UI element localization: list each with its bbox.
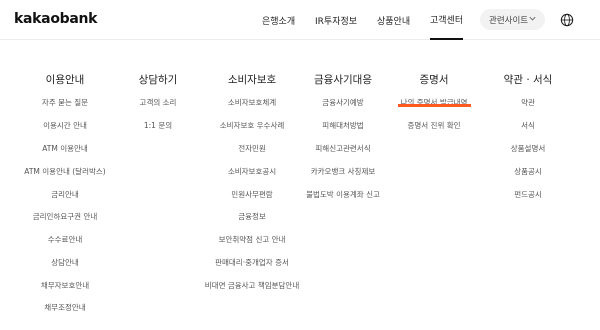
highlight-underline [398,104,471,107]
menu-item-product-description[interactable]: 상품설명서 [511,143,546,154]
menu-item-forms[interactable]: 서식 [521,120,535,131]
column-title-fraud-response: 금융사기대응 [314,74,372,86]
related-sites-button[interactable]: 관련사이트 [480,9,545,30]
menu-item-damage-response[interactable]: 피해대처방법 [322,120,363,131]
nav-customer-center[interactable]: 고객센터 [430,0,464,40]
menu-item-one-to-one[interactable]: 1:1 문의 [144,120,172,131]
menu-item-atm-dollarbox[interactable]: ATM 이용안내 (달러박스) [24,166,105,177]
nav-bank-intro[interactable]: 은행소개 [262,0,295,40]
menu-item-product-disclosure[interactable]: 상품공시 [514,166,542,177]
menu-item-gambling-account-report[interactable]: 불법도박 이용계좌 신고 [306,189,380,200]
top-header: kakaobank 은행소개 IR투자정보 상품안내 고객센터 관련사이트 [0,0,600,40]
menu-item-terms[interactable]: 약관 [521,97,535,108]
menu-item-protection-disclosure[interactable]: 소비자보호공시 [228,166,276,177]
menu-item-agent-certificate[interactable]: 판매대리·중개업자 증서 [215,257,289,268]
menu-item-atm-guide[interactable]: ATM 이용안내 [42,143,88,154]
column-title-terms-forms: 약관 · 서식 [503,74,553,86]
menu-item-report-forms[interactable]: 피해신고관련서식 [315,143,370,154]
menu-item-best-practices[interactable]: 소비자보호 우수사례 [220,120,284,131]
menu-item-faq[interactable]: 자주 묻는 질문 [42,97,88,108]
menu-item-fund-disclosure[interactable]: 펀드공시 [514,189,542,200]
related-sites-label: 관련사이트 [489,15,529,26]
menu-item-rate-cut-request[interactable]: 금리인하요구권 안내 [33,211,97,222]
column-title-consultation: 상담하기 [138,74,178,86]
chevron-down-icon [529,16,536,21]
menu-item-consultation-guide[interactable]: 상담안내 [51,257,79,268]
nav-ir-info[interactable]: IR투자정보 [315,0,357,40]
menu-item-debt-adjustment[interactable]: 채무조정안내 [44,302,85,313]
menu-item-liability-sharing[interactable]: 비대면 금융사고 책임분담안내 [205,280,299,291]
menu-item-interest-rates[interactable]: 금리안내 [51,189,79,200]
menu-item-complaint-handbook[interactable]: 민원사무편람 [231,189,272,200]
menu-item-customer-voice[interactable]: 고객의 소리 [140,97,177,108]
menu-item-fraud-prevention[interactable]: 금융사기예방 [322,97,363,108]
nav-products[interactable]: 상품안내 [377,0,410,40]
menu-item-vulnerability-report[interactable]: 보안취약점 신고 안내 [219,234,286,245]
column-title-certificates: 증명서 [419,74,449,86]
column-title-usage-guide: 이용안내 [45,74,85,86]
menu-item-e-complaint[interactable]: 전자민원 [238,143,266,154]
menu-item-certificate-verify[interactable]: 증명서 진위 확인 [407,120,460,131]
menu-item-financial-info[interactable]: 금융정보 [238,211,266,222]
menu-item-impersonation-report[interactable]: 카카오뱅크 사칭제보 [311,166,375,177]
column-title-consumer-protection: 소비자보호 [227,74,277,86]
menu-item-service-hours[interactable]: 이용시간 안내 [43,120,87,131]
menu-item-debtor-protection[interactable]: 채무자보호안내 [41,280,89,291]
kakaobank-logo[interactable]: kakaobank [14,11,97,27]
globe-icon[interactable] [560,13,574,27]
menu-item-protection-system[interactable]: 소비자보호체계 [228,97,276,108]
menu-item-fees[interactable]: 수수료안내 [48,234,83,245]
